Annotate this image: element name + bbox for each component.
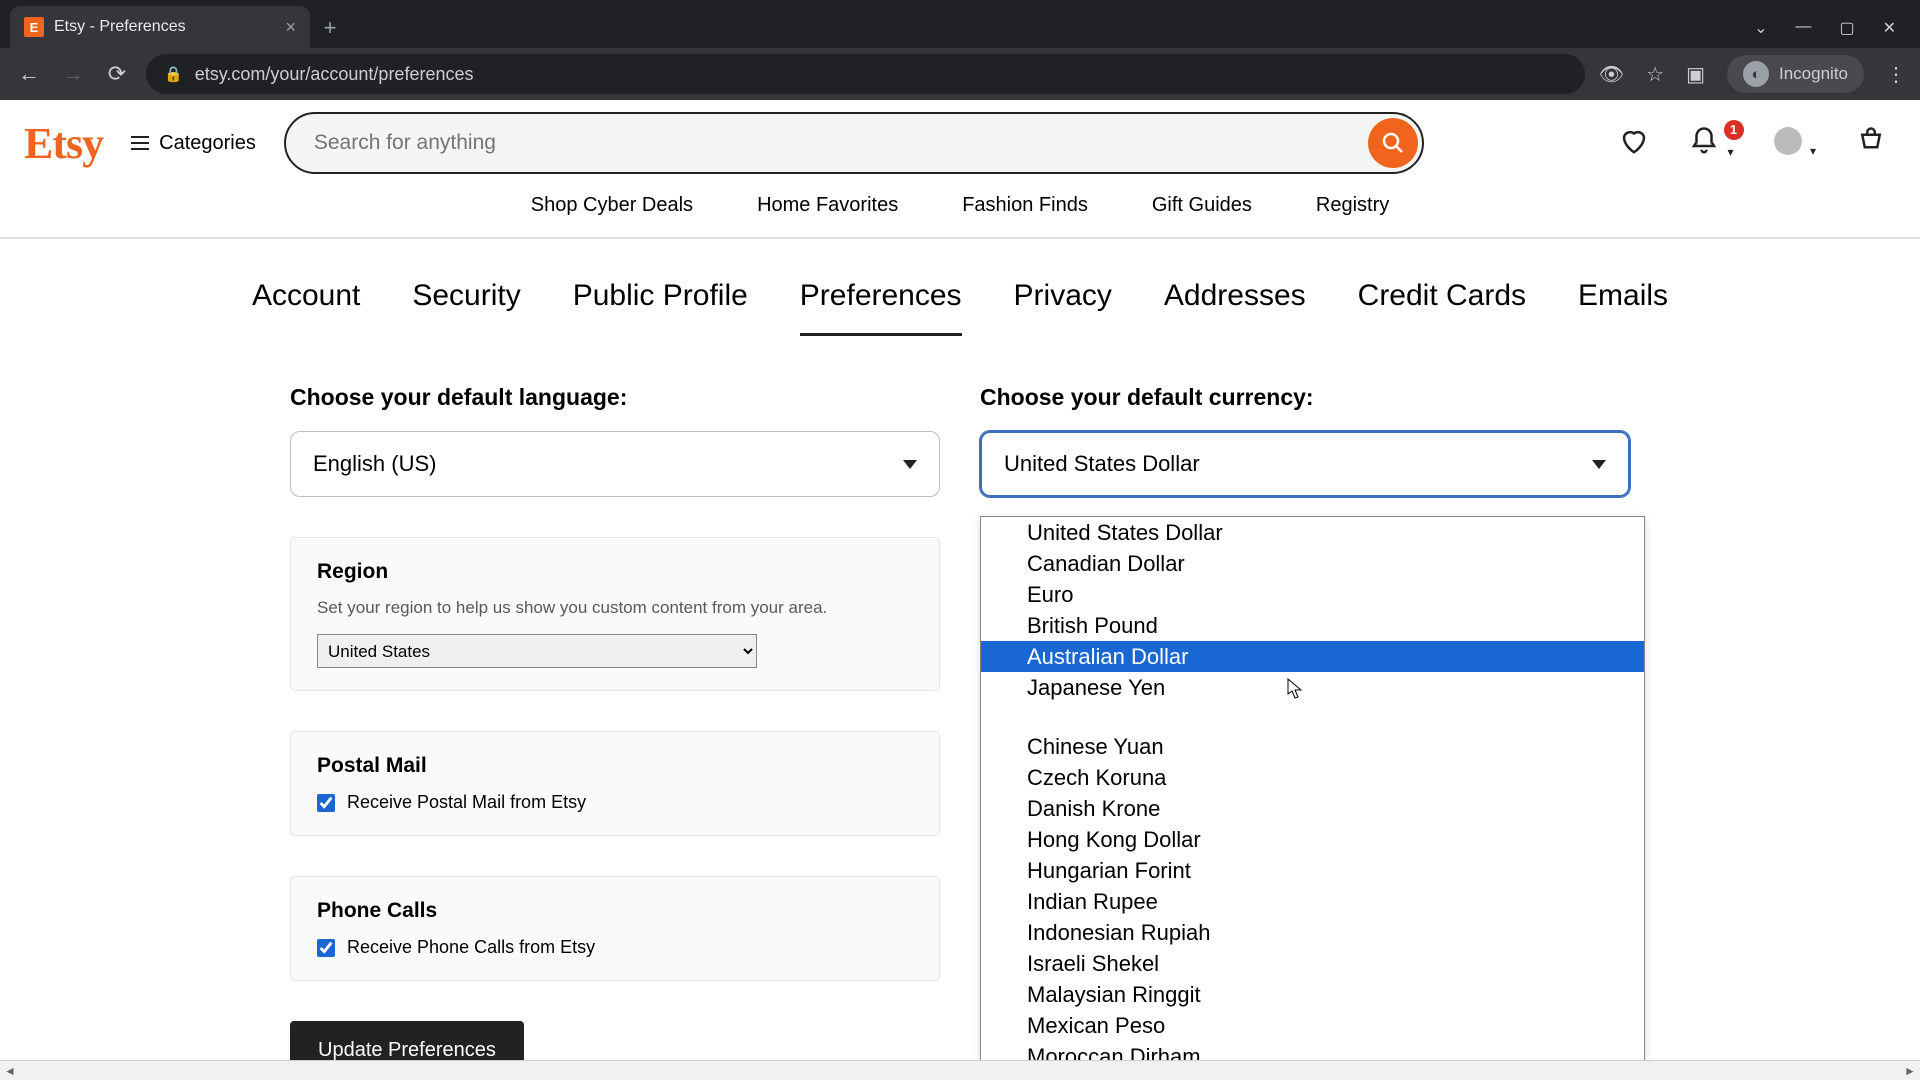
currency-option[interactable]: Indonesian Rupiah xyxy=(981,917,1644,948)
chevron-down-icon xyxy=(903,460,917,469)
kebab-menu-icon[interactable]: ⋮ xyxy=(1886,62,1906,87)
back-button[interactable]: ← xyxy=(14,59,44,89)
avatar xyxy=(1774,127,1802,155)
postal-checkbox[interactable] xyxy=(317,794,335,812)
incognito-indicator[interactable]: ◐ Incognito xyxy=(1727,55,1864,93)
tab-privacy[interactable]: Privacy xyxy=(1014,279,1112,336)
minimize-icon[interactable]: — xyxy=(1795,18,1811,38)
etsy-logo[interactable]: Etsy xyxy=(24,118,103,169)
currency-dropdown-list[interactable]: United States DollarCanadian DollarEuroB… xyxy=(980,516,1645,1060)
cart-icon xyxy=(1856,126,1886,156)
phone-title: Phone Calls xyxy=(317,899,913,923)
incognito-icon: ◐ xyxy=(1743,61,1769,87)
search-icon xyxy=(1381,131,1405,155)
horizontal-scrollbar[interactable]: ◄ ► xyxy=(0,1060,1920,1080)
currency-option[interactable]: Indian Rupee xyxy=(981,886,1644,917)
currency-option[interactable]: Malaysian Ringgit xyxy=(981,979,1644,1010)
chevron-down-icon: ▾ xyxy=(1727,145,1733,159)
panel-icon[interactable]: ▣ xyxy=(1686,62,1705,87)
currency-option[interactable]: Australian Dollar xyxy=(981,641,1644,672)
currency-select[interactable]: United States Dollar xyxy=(980,431,1630,497)
region-title: Region xyxy=(317,560,913,584)
url-text: etsy.com/your/account/preferences xyxy=(195,64,474,85)
bell-icon xyxy=(1689,126,1719,156)
subnav-link[interactable]: Home Favorites xyxy=(757,194,898,217)
new-tab-button[interactable]: + xyxy=(310,8,350,48)
currency-option[interactable]: Chinese Yuan xyxy=(981,731,1644,762)
tab-public-profile[interactable]: Public Profile xyxy=(573,279,748,336)
phone-checkbox[interactable] xyxy=(317,939,335,957)
favorites-button[interactable] xyxy=(1619,126,1649,161)
notifications-button[interactable]: 1 ▾ xyxy=(1689,126,1733,161)
currency-option[interactable]: Moroccan Dirham xyxy=(981,1041,1644,1060)
subnav-link[interactable]: Gift Guides xyxy=(1152,194,1252,217)
currency-option[interactable]: Hungarian Forint xyxy=(981,855,1644,886)
address-bar[interactable]: 🔒 etsy.com/your/account/preferences xyxy=(146,54,1585,94)
search-input[interactable] xyxy=(284,112,1424,174)
close-tab-icon[interactable]: × xyxy=(285,17,296,38)
lock-icon: 🔒 xyxy=(164,65,183,83)
tab-security[interactable]: Security xyxy=(412,279,520,336)
postal-panel: Postal Mail Receive Postal Mail from Ets… xyxy=(290,731,940,836)
phone-checkbox-row[interactable]: Receive Phone Calls from Etsy xyxy=(317,937,913,958)
subnav-link[interactable]: Registry xyxy=(1316,194,1389,217)
cart-button[interactable] xyxy=(1856,126,1886,161)
currency-option[interactable]: Danish Krone xyxy=(981,793,1644,824)
close-window-icon[interactable]: ✕ xyxy=(1883,18,1896,38)
currency-option[interactable]: United States Dollar xyxy=(981,517,1644,548)
currency-option[interactable]: British Pound xyxy=(981,610,1644,641)
account-menu[interactable]: ▾ xyxy=(1774,127,1816,160)
postal-checkbox-row[interactable]: Receive Postal Mail from Etsy xyxy=(317,792,913,813)
update-preferences-button[interactable]: Update Preferences xyxy=(290,1021,524,1060)
tab-account[interactable]: Account xyxy=(252,279,360,336)
scroll-left-icon[interactable]: ◄ xyxy=(0,1064,20,1078)
favicon: E xyxy=(24,17,44,37)
currency-option[interactable]: Czech Koruna xyxy=(981,762,1644,793)
region-select[interactable]: United States xyxy=(317,634,757,668)
subnav-link[interactable]: Fashion Finds xyxy=(962,194,1088,217)
tab-preferences[interactable]: Preferences xyxy=(800,279,962,336)
region-panel: Region Set your region to help us show y… xyxy=(290,537,940,691)
currency-option[interactable]: Euro xyxy=(981,579,1644,610)
currency-option[interactable]: Japanese Yen xyxy=(981,672,1644,703)
maximize-icon[interactable]: ▢ xyxy=(1839,18,1854,38)
heart-icon xyxy=(1619,126,1649,156)
bookmark-star-icon[interactable]: ☆ xyxy=(1646,62,1664,87)
currency-label: Choose your default currency: xyxy=(980,384,1630,411)
currency-option[interactable]: Canadian Dollar xyxy=(981,548,1644,579)
eye-off-icon[interactable]: 👁︎ xyxy=(1599,62,1624,87)
reload-button[interactable]: ⟳ xyxy=(102,59,132,89)
notif-badge: 1 xyxy=(1724,120,1744,140)
currency-option[interactable]: Israeli Shekel xyxy=(981,948,1644,979)
hamburger-icon xyxy=(131,136,149,150)
currency-option[interactable]: Mexican Peso xyxy=(981,1010,1644,1041)
postal-title: Postal Mail xyxy=(317,754,913,778)
forward-button[interactable]: → xyxy=(58,59,88,89)
language-select[interactable]: English (US) xyxy=(290,431,940,497)
tab-addresses[interactable]: Addresses xyxy=(1164,279,1306,336)
scroll-right-icon[interactable]: ► xyxy=(1900,1064,1920,1078)
phone-panel: Phone Calls Receive Phone Calls from Ets… xyxy=(290,876,940,981)
tab-emails[interactable]: Emails xyxy=(1578,279,1668,336)
language-label: Choose your default language: xyxy=(290,384,940,411)
categories-button[interactable]: Categories xyxy=(131,132,256,155)
chevron-down-icon: ▾ xyxy=(1810,144,1816,158)
chevron-down-icon xyxy=(1592,460,1606,469)
region-help: Set your region to help us show you cust… xyxy=(317,598,913,618)
subnav-link[interactable]: Shop Cyber Deals xyxy=(531,194,693,217)
chevron-down-icon[interactable]: ⌄ xyxy=(1754,18,1767,38)
tab-title: Etsy - Preferences xyxy=(54,18,186,36)
tab-credit-cards[interactable]: Credit Cards xyxy=(1358,279,1526,336)
currency-option[interactable]: Hong Kong Dollar xyxy=(981,824,1644,855)
search-button[interactable] xyxy=(1368,118,1418,168)
browser-tab[interactable]: E Etsy - Preferences × xyxy=(10,6,310,48)
